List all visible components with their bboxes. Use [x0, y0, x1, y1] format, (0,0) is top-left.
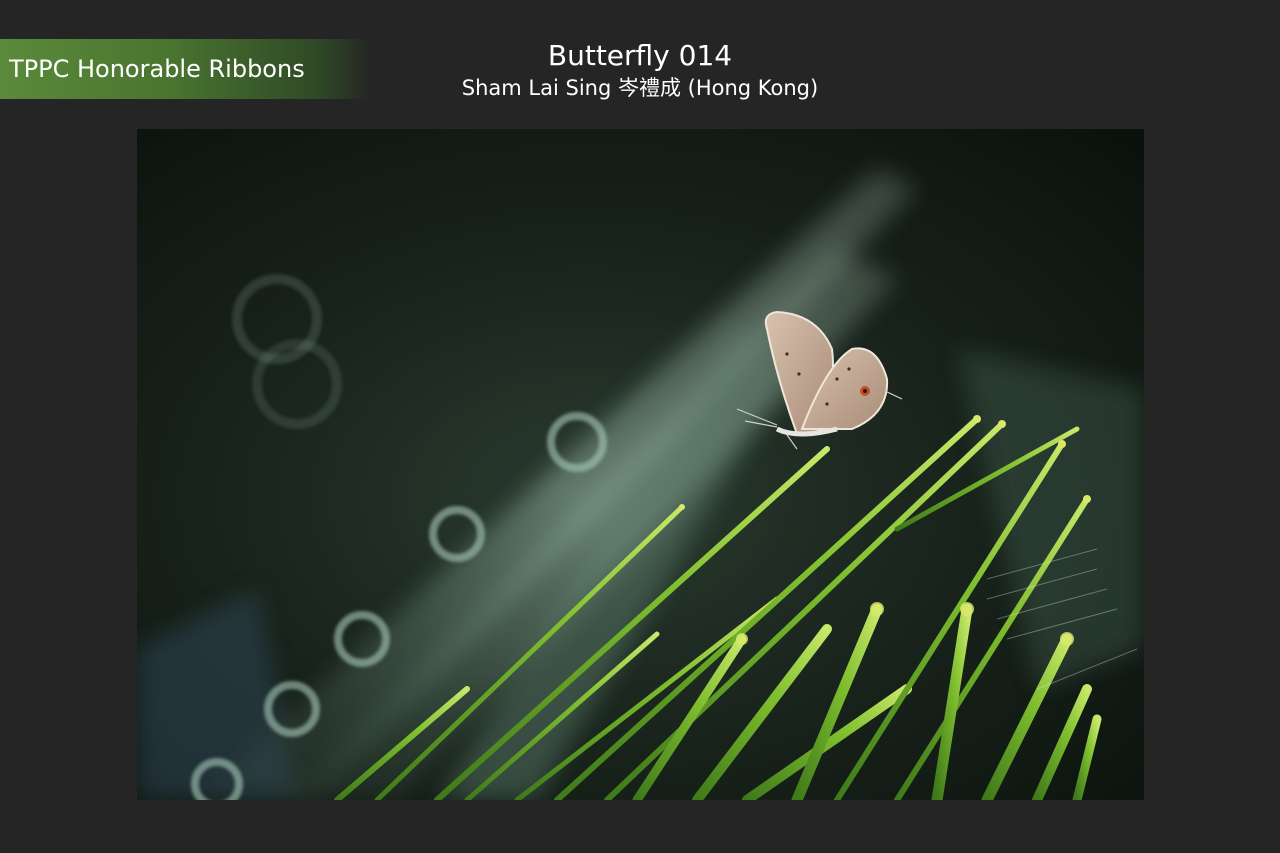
award-ribbon-label: TPPC Honorable Ribbons: [9, 55, 305, 83]
photo: [137, 129, 1144, 800]
slide: TPPC Honorable Ribbons Butterfly 014 Sha…: [0, 0, 1280, 853]
award-ribbon: TPPC Honorable Ribbons: [0, 39, 372, 99]
photo-title: Butterfly 014: [547, 39, 733, 72]
title-block: Butterfly 014 Sham Lai Sing 岑禮成 (Hong Ko…: [340, 38, 940, 102]
photographer-credit: Sham Lai Sing 岑禮成 (Hong Kong): [461, 76, 819, 100]
photo-image: [137, 129, 1144, 800]
